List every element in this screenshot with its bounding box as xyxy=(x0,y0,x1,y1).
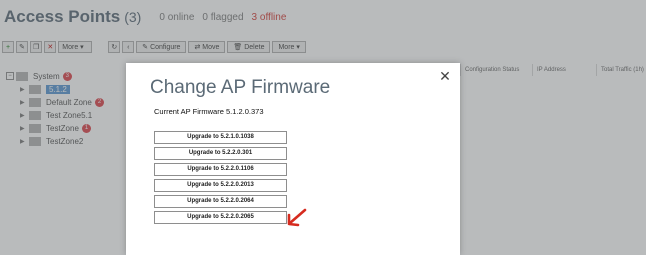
upgrade-button[interactable]: Upgrade to 5.2.1.0.1038 xyxy=(154,131,287,144)
upgrade-button[interactable]: Upgrade to 5.2.2.0.2013 xyxy=(154,179,287,192)
close-icon[interactable]: ✕ xyxy=(438,69,452,83)
current-firmware-version: 5.1.2.0.373 xyxy=(225,107,264,116)
upgrade-button[interactable]: Upgrade to 5.2.2.0.2065 xyxy=(154,211,287,224)
dialog-title: Change AP Firmware xyxy=(150,77,331,98)
current-firmware: Current AP Firmware 5.1.2.0.373 xyxy=(154,107,264,116)
upgrade-button[interactable]: Upgrade to 5.2.2.0.1106 xyxy=(154,163,287,176)
upgrade-button[interactable]: Upgrade to 5.2.2.0.301 xyxy=(154,147,287,160)
red-arrow-annotation-icon xyxy=(287,208,307,227)
upgrade-options: Upgrade to 5.2.1.0.1038 Upgrade to 5.2.2… xyxy=(154,131,287,227)
current-firmware-label: Current AP Firmware xyxy=(154,107,224,116)
upgrade-button[interactable]: Upgrade to 5.2.2.0.2064 xyxy=(154,195,287,208)
